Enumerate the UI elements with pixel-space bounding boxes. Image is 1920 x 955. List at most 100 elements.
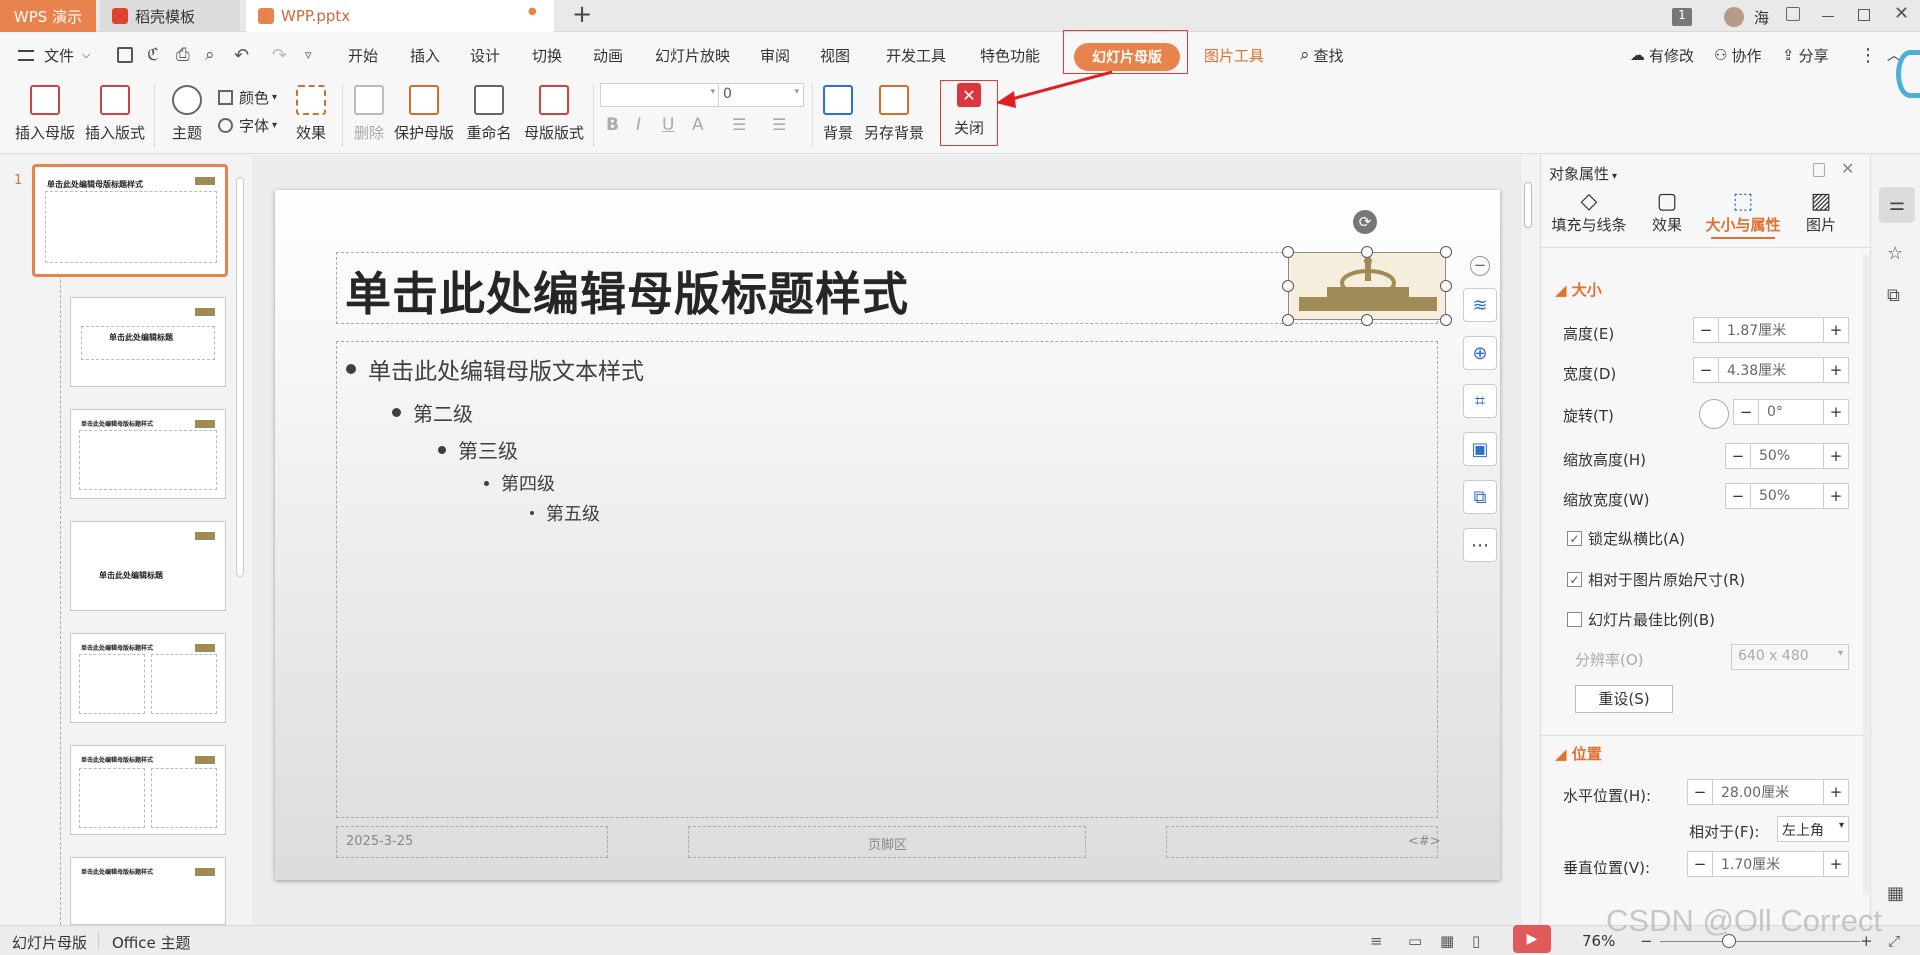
effect-button[interactable]: 效果 xyxy=(286,85,336,143)
font-size-select[interactable]: 0 ▾ xyxy=(718,83,804,107)
fill-line-tab[interactable]: ◇ 填充与线条 xyxy=(1549,189,1629,235)
collab-button[interactable]: ⚇ 协作 xyxy=(1714,33,1761,77)
more-menu-icon[interactable]: ⋮ xyxy=(1859,33,1877,77)
rotate-value[interactable]: 0° xyxy=(1758,400,1824,424)
resize-handle[interactable] xyxy=(1282,314,1294,326)
preview-icon[interactable]: ⌕ xyxy=(205,33,215,77)
bullet-list-icon[interactable]: ☰ xyxy=(732,115,746,134)
font-color-button[interactable]: A xyxy=(692,115,704,135)
background-button[interactable]: 背景 xyxy=(818,85,858,143)
protect-master-button[interactable]: 保护母版 xyxy=(392,85,456,143)
width-increment[interactable]: + xyxy=(1824,358,1848,382)
copy-icon[interactable]: ⧉ xyxy=(1887,285,1900,306)
properties-icon[interactable]: ⚌ xyxy=(1879,187,1915,223)
menu-review[interactable]: 审阅 xyxy=(760,33,790,77)
close-window-icon[interactable]: ✕ xyxy=(1894,3,1909,24)
panel-scrollbar[interactable] xyxy=(1863,255,1869,895)
body-placeholder[interactable] xyxy=(336,341,1438,818)
close-panel-icon[interactable]: ✕ xyxy=(1841,159,1854,178)
italic-button[interactable]: I xyxy=(636,115,641,135)
number-list-icon[interactable]: ☰ xyxy=(772,115,786,134)
assistant-logo[interactable] xyxy=(1896,50,1920,98)
hpos-value[interactable]: 28.00厘米 xyxy=(1712,780,1824,804)
theme-button[interactable]: 主题 xyxy=(162,85,212,143)
menu-switch[interactable]: 切换 xyxy=(532,33,562,77)
share-button[interactable]: ⇪ 分享 xyxy=(1782,33,1829,77)
width-value[interactable]: 4.38厘米 xyxy=(1718,358,1824,382)
save-icon[interactable] xyxy=(117,33,133,77)
scale-height-field[interactable]: −50% + xyxy=(1725,443,1849,469)
width-decrement[interactable]: − xyxy=(1694,358,1718,382)
modified-button[interactable]: ☁ 有修改 xyxy=(1630,33,1694,77)
menu-find[interactable]: ⌕ 查找 xyxy=(1300,33,1344,77)
insert-layout-button[interactable]: 插入版式 xyxy=(82,85,148,143)
resize-handle[interactable] xyxy=(1361,314,1373,326)
lock-ratio-checkbox[interactable]: ✓ 锁定纵横比(A) xyxy=(1567,528,1685,549)
effect-tab[interactable]: ▢ 效果 xyxy=(1639,189,1695,235)
hpos-decrement[interactable]: − xyxy=(1688,780,1712,804)
menu-devtools[interactable]: 开发工具 xyxy=(886,33,946,77)
save-background-button[interactable]: 另存背景 xyxy=(862,85,926,143)
rotate-dial[interactable] xyxy=(1699,399,1729,429)
thumbnail-layout[interactable]: 单击此处编辑母版标题样式 xyxy=(70,857,226,925)
position-section[interactable]: ◢ 位置 xyxy=(1555,743,1602,764)
size-props-tab[interactable]: ⬚ 大小与属性 xyxy=(1703,189,1783,239)
width-field[interactable]: −4.38厘米 + xyxy=(1693,357,1849,383)
height-increment[interactable]: + xyxy=(1824,318,1848,342)
hpos-field[interactable]: −28.00厘米 + xyxy=(1687,779,1849,805)
canvas-scrollbar[interactable] xyxy=(1524,182,1532,228)
resize-handle[interactable] xyxy=(1440,314,1452,326)
resolution-select[interactable]: 640 x 480 ▾ xyxy=(1731,644,1849,670)
height-decrement[interactable]: − xyxy=(1694,318,1718,342)
tab-document[interactable]: WPP.pptx ● xyxy=(246,0,554,32)
logo-picture[interactable] xyxy=(1288,252,1446,320)
resize-handle[interactable] xyxy=(1361,246,1373,258)
bold-button[interactable]: B xyxy=(606,115,619,135)
scale-width-value[interactable]: 50% xyxy=(1750,484,1824,508)
print-icon[interactable]: ⎙ xyxy=(176,33,190,77)
menu-design[interactable]: 设计 xyxy=(470,33,500,77)
minimize-icon[interactable] xyxy=(1822,16,1834,17)
convert-icon[interactable]: ⧉ xyxy=(1463,480,1497,514)
master-layout-button[interactable]: 母版版式 xyxy=(521,85,587,143)
menu-animation[interactable]: 动画 xyxy=(593,33,623,77)
vpos-field[interactable]: −1.70厘米 + xyxy=(1687,851,1849,877)
restore-icon[interactable] xyxy=(1858,9,1870,21)
relative-to-select[interactable]: 左上角 ▾ xyxy=(1777,816,1849,842)
notes-icon[interactable]: ≡ xyxy=(1370,932,1383,950)
menu-file[interactable]: 文件 ⌵ xyxy=(18,33,90,77)
scale-width-increment[interactable]: + xyxy=(1824,484,1848,508)
resize-handle[interactable] xyxy=(1282,246,1294,258)
menu-picture-tools[interactable]: 图片工具 xyxy=(1204,33,1264,77)
zoom-slider[interactable] xyxy=(1660,941,1860,942)
resize-handle[interactable] xyxy=(1440,246,1452,258)
vpos-value[interactable]: 1.70厘米 xyxy=(1712,852,1824,876)
new-tab-button[interactable]: + xyxy=(572,0,592,28)
scale-width-decrement[interactable]: − xyxy=(1726,484,1750,508)
thumbnail-scrollbar[interactable] xyxy=(236,177,244,577)
reset-button[interactable]: 重设(S) xyxy=(1575,685,1673,713)
vpos-decrement[interactable]: − xyxy=(1688,852,1712,876)
font-name-select[interactable]: ▾ xyxy=(600,83,720,107)
height-value[interactable]: 1.87厘米 xyxy=(1718,318,1824,342)
tab-wps[interactable]: WPS 演示 xyxy=(0,0,96,32)
layers-icon[interactable]: ≋ xyxy=(1463,288,1497,322)
relative-original-checkbox[interactable]: ✓ 相对于图片原始尺寸(R) xyxy=(1567,569,1745,590)
delete-button[interactable]: 删除 xyxy=(349,85,389,143)
menu-special[interactable]: 特色功能 xyxy=(980,33,1040,77)
rotate-decrement[interactable]: − xyxy=(1734,400,1758,424)
best-scale-checkbox[interactable]: 幻灯片最佳比例(B) xyxy=(1567,609,1715,630)
size-section[interactable]: ◢ 大小 xyxy=(1555,279,1602,300)
crop-icon[interactable]: ⌗ xyxy=(1463,384,1497,418)
rotate-field[interactable]: −0° + xyxy=(1733,399,1849,425)
thumbnail-layout[interactable]: 单击此处编辑母版标题样式 xyxy=(70,633,226,723)
fit-window-icon[interactable]: ⤢ xyxy=(1888,932,1900,950)
thumbnail-layout[interactable]: 单击此处编辑母版标题样式 xyxy=(70,745,226,835)
scale-height-increment[interactable]: + xyxy=(1824,444,1848,468)
panel-title[interactable]: 对象属性 ▾ xyxy=(1549,163,1617,184)
menu-start[interactable]: 开始 xyxy=(348,33,378,77)
undo-icon[interactable]: ↶ xyxy=(234,33,249,77)
underline-button[interactable]: U xyxy=(662,115,674,135)
normal-view-icon[interactable]: ▭ xyxy=(1408,932,1422,950)
resize-handle[interactable] xyxy=(1282,280,1294,292)
